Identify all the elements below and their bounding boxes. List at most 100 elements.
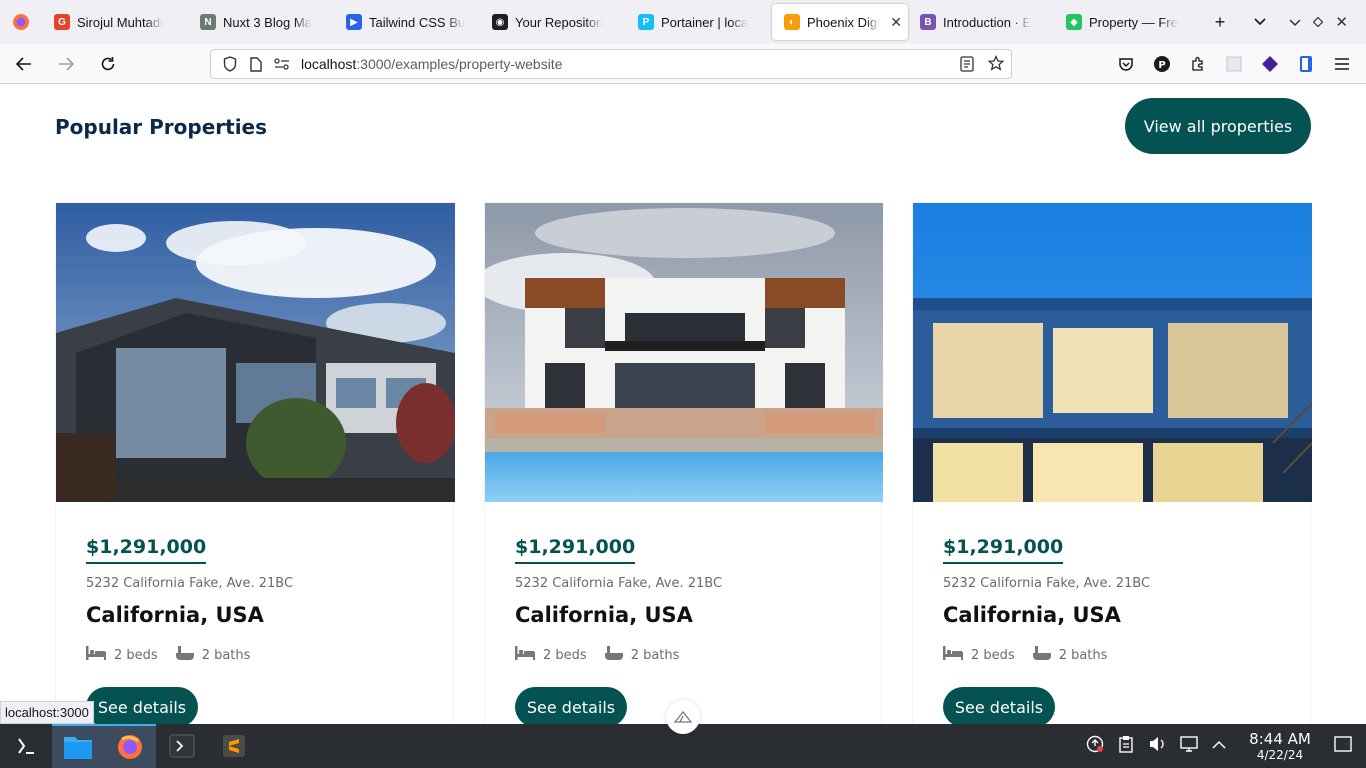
property-photo[interactable] <box>56 203 455 502</box>
clock-date: 4/22/24 <box>1256 748 1304 762</box>
profile-p-icon[interactable]: P <box>1148 48 1176 80</box>
tab-favicon-icon: ◆ <box>1066 14 1082 30</box>
section-title: Popular Properties <box>55 115 268 139</box>
browser-tab[interactable]: P Portainer | loca <box>626 4 772 40</box>
property-card: $1,291,000 5232 California Fake, Ave. 21… <box>912 202 1312 724</box>
browser-tab[interactable]: ▶ Tailwind CSS Bu <box>334 4 480 40</box>
property-city: California, USA <box>86 603 264 627</box>
updates-icon[interactable] <box>1086 735 1104 758</box>
baths-count: 2 baths <box>630 647 680 663</box>
bed-icon <box>515 646 535 664</box>
tab-label: Phoenix Digi <box>807 14 880 30</box>
tab-favicon-icon: ▶ <box>346 14 362 30</box>
minimize-chevron-icon[interactable] <box>1289 15 1301 30</box>
property-price: $1,291,000 <box>943 536 1064 564</box>
tab-favicon-icon: P <box>638 14 654 30</box>
permissions-icon[interactable] <box>271 58 293 70</box>
property-address: 5232 California Fake, Ave. 21BC <box>515 576 723 591</box>
see-details-button[interactable]: See details <box>943 687 1055 724</box>
tab-label: Property — Fre <box>1089 14 1178 30</box>
firefox-icon[interactable] <box>104 724 156 768</box>
property-price: $1,291,000 <box>86 536 207 564</box>
beds-count: 2 beds <box>971 647 1015 663</box>
reload-icon[interactable] <box>90 48 126 80</box>
new-tab-button[interactable]: + <box>1200 4 1240 40</box>
bed-icon <box>86 646 106 664</box>
url-host: localhost <box>301 56 357 72</box>
property-city: California, USA <box>943 603 1121 627</box>
tab-list-chevron-icon[interactable] <box>1240 4 1280 40</box>
address-bar[interactable]: localhost:3000/examples/property-website <box>210 49 1012 79</box>
property-features: 2 beds 2 baths <box>86 645 423 665</box>
property-address: 5232 California Fake, Ave. 21BC <box>86 576 294 591</box>
nuxt-devtools-icon[interactable] <box>666 700 700 734</box>
svg-text:P: P <box>1158 60 1165 71</box>
beds-count: 2 beds <box>114 647 158 663</box>
tray-expand-chevron-icon[interactable] <box>1212 737 1226 755</box>
clock-time: 8:44 AM <box>1249 730 1311 748</box>
terminal-icon[interactable] <box>156 724 208 768</box>
baths-count: 2 baths <box>1058 647 1108 663</box>
property-features: 2 beds 2 baths <box>515 645 851 665</box>
tab-bar: G Sirojul Muhtadi N Nuxt 3 Blog Ma ▶ Tailwind… <box>0 0 1366 44</box>
page-icon[interactable] <box>245 56 267 72</box>
tab-close-icon[interactable]: ✕ <box>890 14 902 31</box>
tab-favicon-icon: ◉ <box>492 14 508 30</box>
clipboard-icon[interactable] <box>1118 735 1134 758</box>
show-desktop-icon[interactable] <box>1334 735 1352 757</box>
extensions-puzzle-icon[interactable] <box>1184 48 1212 80</box>
page-content: Popular Properties View all properties $… <box>0 85 1366 724</box>
url-path: :3000/examples/property-website <box>356 56 563 72</box>
tab-favicon-icon: N <box>200 14 216 30</box>
tab-favicon-icon: G <box>54 14 70 30</box>
beds-count: 2 beds <box>543 647 587 663</box>
tab-favicon-icon: B <box>920 14 936 30</box>
pocket-icon[interactable] <box>1112 48 1140 80</box>
back-arrow-icon[interactable] <box>6 48 42 80</box>
bathtub-icon <box>175 645 194 665</box>
navigation-bar: localhost:3000/examples/property-website… <box>0 44 1366 84</box>
link-status-tooltip: localhost:3000 <box>0 701 94 724</box>
browser-tab[interactable]: N Nuxt 3 Blog Ma <box>188 4 334 40</box>
hamburger-menu-icon[interactable] <box>1328 48 1356 80</box>
bookmark-star-icon[interactable] <box>987 54 1005 79</box>
tab-label: Sirojul Muhtadi <box>77 14 163 30</box>
forward-arrow-icon[interactable] <box>48 48 84 80</box>
property-card: $1,291,000 5232 California Fake, Ave. 21… <box>484 202 884 724</box>
see-details-button[interactable]: See details <box>86 687 198 724</box>
property-photo[interactable] <box>913 203 1312 502</box>
view-all-properties-button[interactable]: View all properties <box>1125 98 1311 154</box>
property-features: 2 beds 2 baths <box>943 645 1280 665</box>
system-clock[interactable]: 8:44 AM 4/22/24 <box>1240 730 1320 762</box>
browser-tab[interactable]: B Introduction · E <box>908 4 1054 40</box>
browser-tab[interactable]: ◆ Property — Fre <box>1054 4 1200 40</box>
tab-label: Tailwind CSS Bu <box>369 14 466 30</box>
tab-label: Nuxt 3 Blog Ma <box>223 14 312 30</box>
app-launcher-icon[interactable] <box>0 724 52 768</box>
property-photo[interactable] <box>485 203 884 502</box>
browser-tab[interactable]: G Sirojul Muhtadi <box>42 4 188 40</box>
tab-label: Your Repositori <box>515 14 604 30</box>
firefox-menu-icon[interactable] <box>0 0 42 44</box>
property-card: $1,291,000 5232 California Fake, Ave. 21… <box>55 202 455 724</box>
tab-label: Portainer | loca <box>661 14 749 30</box>
shield-icon[interactable] <box>219 56 241 72</box>
property-address: 5232 California Fake, Ave. 21BC <box>943 576 1151 591</box>
tab-label: Introduction · E <box>943 14 1032 30</box>
browser-tab[interactable]: ◐ Phoenix Digi ✕ <box>772 4 908 40</box>
see-details-button[interactable]: See details <box>515 687 627 724</box>
sublime-text-icon[interactable] <box>208 724 260 768</box>
volume-icon[interactable] <box>1148 735 1166 758</box>
restore-icon[interactable] <box>1313 15 1324 30</box>
url-text[interactable]: localhost:3000/examples/property-website <box>301 56 563 72</box>
baths-count: 2 baths <box>201 647 251 663</box>
extension-grid-icon[interactable] <box>1220 48 1248 80</box>
extension-diamond-icon[interactable] <box>1256 48 1284 80</box>
extension-tablet-icon[interactable] <box>1292 48 1320 80</box>
file-manager-icon[interactable] <box>52 724 104 768</box>
network-icon[interactable] <box>1180 735 1198 758</box>
close-window-icon[interactable]: ✕ <box>1335 13 1348 31</box>
browser-tab[interactable]: ◉ Your Repositori <box>480 4 626 40</box>
tab-favicon-icon: ◐ <box>784 14 800 30</box>
reader-view-icon[interactable] <box>959 54 975 79</box>
